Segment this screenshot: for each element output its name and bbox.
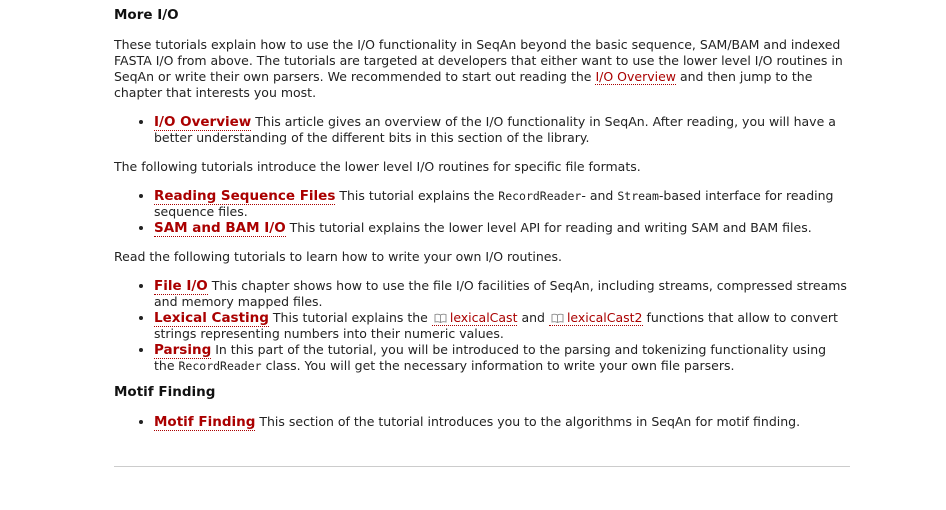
own-routines-intro: Read the following tutorials to learn ho… bbox=[114, 249, 562, 264]
io-overview-inline-link[interactable]: I/O Overview bbox=[595, 69, 676, 85]
code-recordreader: RecordReader bbox=[178, 359, 262, 373]
io-overview-link[interactable]: I/O Overview bbox=[154, 114, 252, 131]
lower-level-intro: The following tutorials introduce the lo… bbox=[114, 159, 641, 174]
list-item: Parsing In this part of the tutorial, yo… bbox=[154, 342, 850, 374]
code-stream: Stream bbox=[617, 189, 659, 203]
lexicalcast2-api-link[interactable]: lexicalCast2 bbox=[548, 310, 643, 326]
book-icon bbox=[434, 313, 447, 323]
list-item: I/O Overview This article gives an overv… bbox=[154, 114, 850, 146]
list-item: Reading Sequence Files This tutorial exp… bbox=[154, 188, 850, 220]
section-title-more-io: More I/O bbox=[114, 7, 179, 23]
reading-sequence-files-link[interactable]: Reading Sequence Files bbox=[154, 188, 336, 205]
tutorial-content: More I/O These tutorials explain how to … bbox=[114, 6, 850, 443]
own-routines-list: File I/O This chapter shows how to use t… bbox=[114, 278, 850, 374]
file-io-link[interactable]: File I/O bbox=[154, 278, 208, 295]
motif-finding-link[interactable]: Motif Finding bbox=[154, 414, 256, 431]
motif-list: Motif Finding This section of the tutori… bbox=[114, 414, 850, 431]
lexical-casting-link[interactable]: Lexical Casting bbox=[154, 310, 269, 327]
lexicalcast-api-link[interactable]: lexicalCast bbox=[431, 310, 518, 326]
list-item: Motif Finding This section of the tutori… bbox=[154, 414, 850, 431]
lower-level-list: Reading Sequence Files This tutorial exp… bbox=[114, 188, 850, 237]
list-item: Lexical Casting This tutorial explains t… bbox=[154, 310, 850, 342]
section-title-motif-finding: Motif Finding bbox=[114, 384, 216, 400]
sam-bam-io-link[interactable]: SAM and BAM I/O bbox=[154, 220, 286, 237]
list-item: SAM and BAM I/O This tutorial explains t… bbox=[154, 220, 850, 237]
list-item: File I/O This chapter shows how to use t… bbox=[154, 278, 850, 310]
book-icon bbox=[551, 313, 564, 323]
more-io-intro: These tutorials explain how to use the I… bbox=[114, 37, 843, 100]
parsing-link[interactable]: Parsing bbox=[154, 342, 212, 359]
overview-list: I/O Overview This article gives an overv… bbox=[114, 114, 850, 146]
section-divider bbox=[114, 466, 850, 467]
code-recordreader: RecordReader bbox=[498, 189, 582, 203]
